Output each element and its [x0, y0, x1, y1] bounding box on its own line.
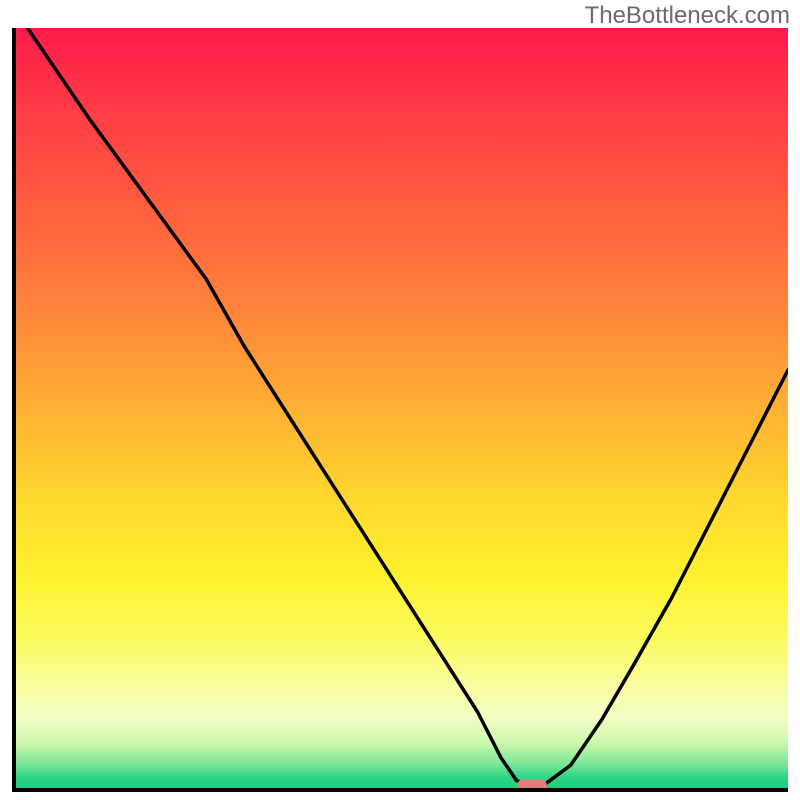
- x-axis-line: [12, 788, 788, 792]
- watermark-text: TheBottleneck.com: [585, 2, 790, 30]
- y-axis-line: [12, 28, 16, 788]
- plot-frame: [12, 28, 788, 788]
- optimal-point-marker: [517, 779, 547, 788]
- plot-area: [12, 28, 788, 788]
- bottleneck-curve: [12, 28, 788, 788]
